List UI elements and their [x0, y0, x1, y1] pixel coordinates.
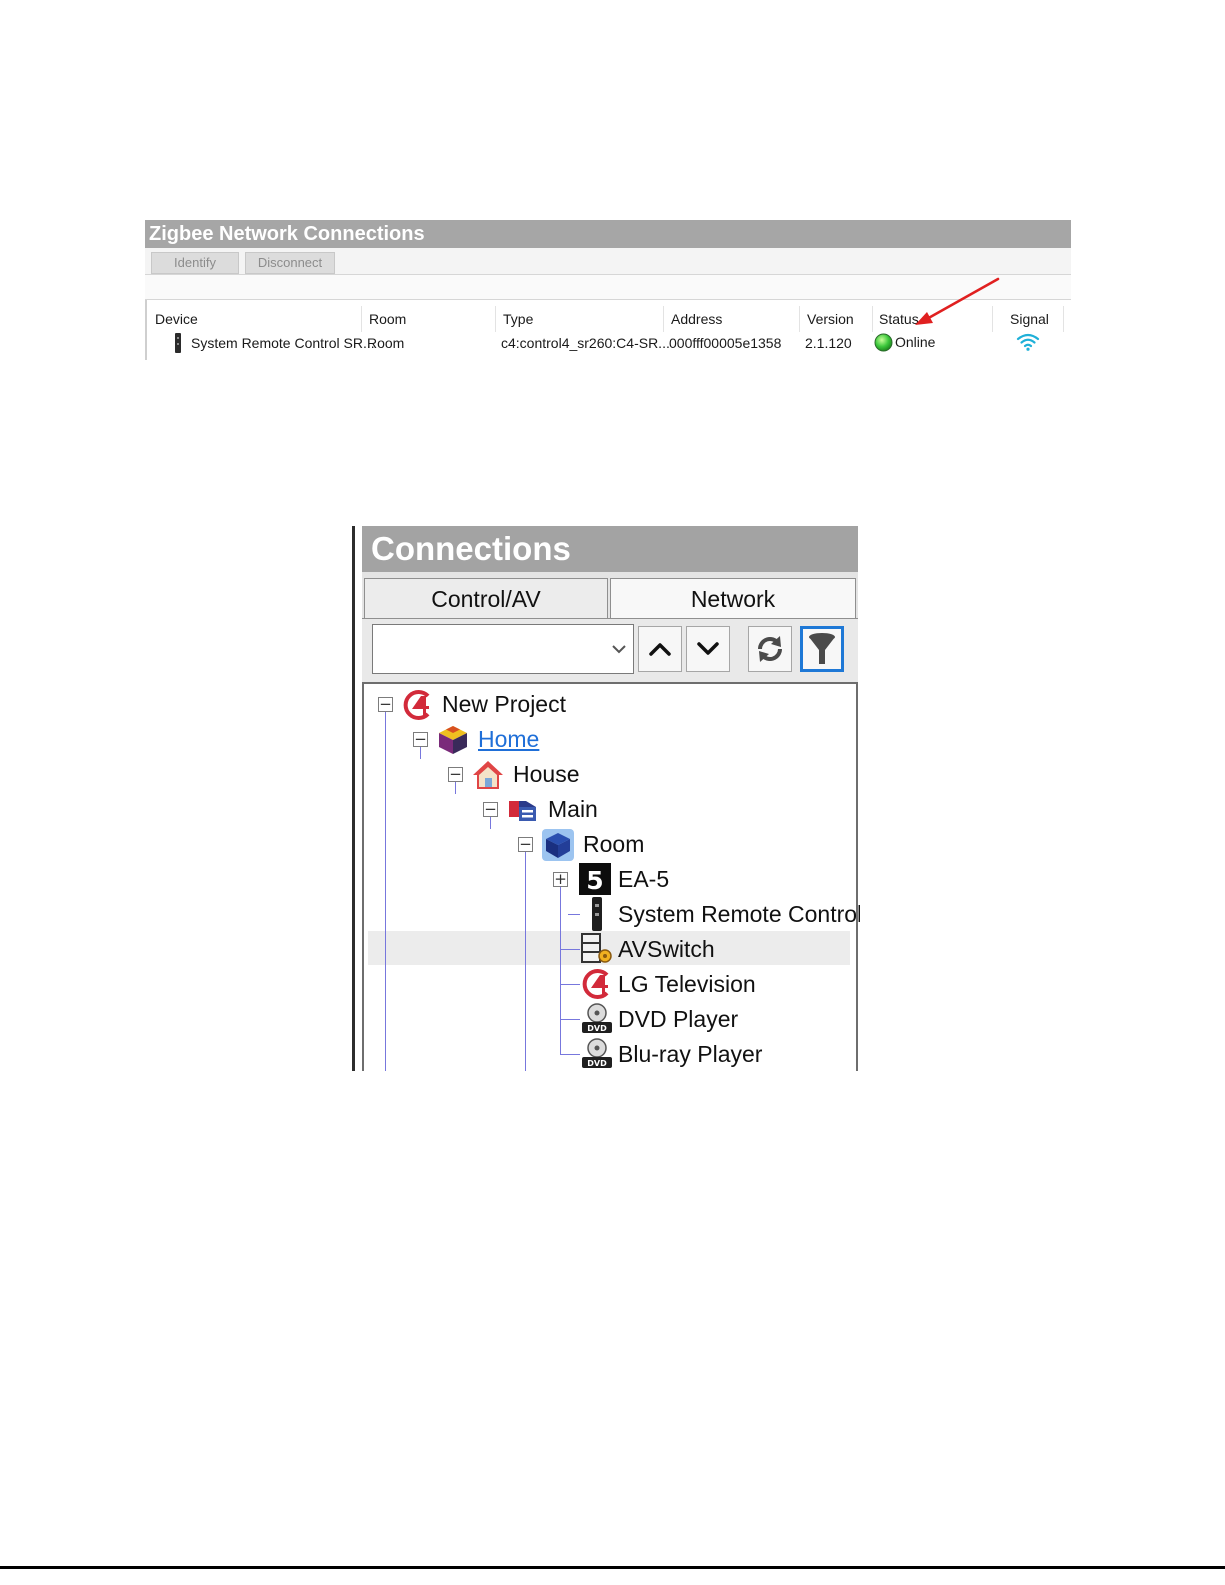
floor-icon	[509, 801, 536, 821]
collapse-toggle[interactable]: −	[413, 732, 428, 747]
column-header-type[interactable]: Type	[503, 311, 533, 327]
column-separator[interactable]	[663, 306, 664, 332]
chevron-down-icon[interactable]	[611, 643, 627, 655]
tree-line	[560, 984, 580, 985]
collapse-toggle[interactable]: −	[378, 697, 393, 712]
search-combobox[interactable]	[372, 624, 634, 674]
remote-control-icon	[592, 897, 602, 931]
tree-line	[560, 949, 580, 950]
panel-title: Zigbee Network Connections	[149, 223, 425, 245]
cell-status: Online	[895, 334, 936, 350]
collapse-toggle[interactable]: −	[448, 767, 463, 782]
annotation-arrow-icon	[915, 277, 1000, 325]
av-switch-icon	[581, 933, 612, 963]
refresh-button[interactable]	[748, 626, 792, 672]
move-down-button[interactable]	[686, 626, 730, 672]
disc-player-icon: DVD	[582, 1003, 612, 1033]
room-cube-icon	[542, 829, 574, 861]
collapse-toggle[interactable]: −	[483, 802, 498, 817]
column-separator[interactable]	[799, 306, 800, 332]
collapse-toggle[interactable]: −	[518, 837, 533, 852]
remote-control-icon	[175, 333, 181, 353]
online-status-icon	[874, 333, 893, 352]
tree-node-label[interactable]: Home	[478, 726, 539, 753]
tree-node-label: Blu-ray Player	[618, 1041, 763, 1067]
svg-text:5: 5	[586, 866, 603, 895]
tree-node-label: LG Television	[618, 971, 756, 997]
tree-node-label: EA-5	[618, 866, 670, 892]
refresh-icon	[758, 636, 782, 662]
cell-type: c4:control4_sr260:C4-SR...	[501, 335, 670, 351]
tree-line	[385, 712, 386, 1071]
svg-text:DVD: DVD	[587, 1059, 607, 1068]
tree-node-label: Main	[548, 796, 598, 822]
disconnect-button[interactable]: Disconnect	[245, 252, 335, 274]
disc-player-icon: DVD	[582, 1038, 612, 1068]
tree-line	[560, 1019, 580, 1020]
panel-title-bar: Zigbee Network Connections	[145, 220, 1071, 248]
chevron-down-icon	[697, 642, 719, 655]
tree-node-label: AVSwitch	[618, 936, 715, 962]
tree-node-label: System Remote Control	[618, 901, 860, 927]
tree-node-label: DVD Player	[618, 1006, 739, 1032]
control4-logo-icon	[403, 690, 430, 720]
column-header-version[interactable]: Version	[807, 311, 854, 327]
tab-network[interactable]: Network	[610, 578, 856, 618]
filter-icon	[809, 633, 835, 664]
svg-text:DVD: DVD	[587, 1024, 607, 1033]
tree-line	[490, 817, 491, 829]
tree-node-label: Room	[583, 831, 645, 857]
cell-device: System Remote Control SR...	[191, 335, 375, 351]
signal-strength-icon	[1016, 333, 1040, 351]
panel-left-border	[352, 526, 355, 1071]
house-icon	[473, 761, 503, 789]
column-header-address[interactable]: Address	[671, 311, 722, 327]
control4-logo-icon	[582, 969, 609, 999]
page-bottom-rule	[0, 1566, 1225, 1569]
column-separator[interactable]	[872, 306, 873, 332]
column-header-room[interactable]: Room	[369, 311, 406, 327]
tree-line	[560, 1054, 580, 1055]
column-separator[interactable]	[495, 306, 496, 332]
chevron-up-icon	[649, 643, 671, 656]
panel-title: Connections	[371, 530, 571, 567]
cell-room: Room	[367, 335, 405, 351]
cell-version: 2.1.120	[805, 335, 852, 351]
column-header-signal[interactable]: Signal	[1010, 311, 1049, 327]
zigbee-network-connections-panel: Zigbee Network Connections Identify Disc…	[145, 220, 1071, 360]
column-separator[interactable]	[361, 306, 362, 332]
panel-title-bar: Connections	[362, 526, 858, 572]
tree-line	[568, 914, 580, 915]
tree-line	[420, 747, 421, 759]
tree-line	[455, 782, 456, 794]
expand-toggle[interactable]: +	[553, 872, 568, 887]
column-header-device[interactable]: Device	[155, 311, 198, 327]
tab-control-av[interactable]: Control/AV	[364, 578, 608, 618]
tree-line	[525, 852, 526, 1071]
connections-panel: Connections Control/AV Network − New Pro…	[352, 526, 860, 1071]
tree-node-label: New Project	[442, 691, 566, 717]
cell-address: 000fff00005e1358	[669, 335, 782, 351]
ea5-controller-icon: 5	[579, 863, 611, 895]
home-cube-icon	[439, 726, 467, 754]
move-up-button[interactable]	[638, 626, 682, 672]
filter-button[interactable]	[800, 626, 844, 672]
tree-line	[560, 887, 561, 1055]
column-separator[interactable]	[1063, 306, 1064, 332]
identify-button[interactable]: Identify	[151, 252, 239, 274]
tree-node-label: House	[513, 761, 580, 787]
toolbar: Identify Disconnect	[145, 248, 1071, 275]
